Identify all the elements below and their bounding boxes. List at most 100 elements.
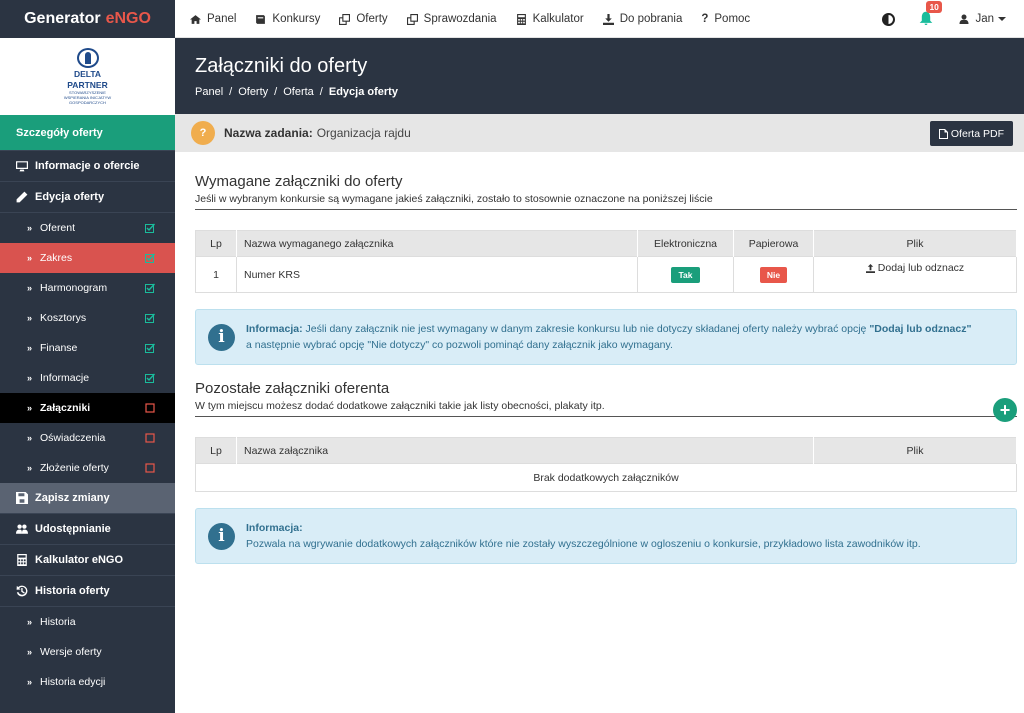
sidebar-sub-oswiadczenia[interactable]: » Oświadczenia xyxy=(0,423,175,453)
double-chevron-icon: » xyxy=(27,373,33,383)
sidebar: DELTA PARTNER STOWARZYSZENIE WSPIERANIA … xyxy=(0,38,175,713)
nav-label: Do pobrania xyxy=(619,13,683,25)
nav-oferty[interactable]: Oferty xyxy=(339,13,388,25)
sidebar-sub-label: Historia xyxy=(40,616,76,628)
sidebar-sub-label: Oświadczenia xyxy=(40,432,106,444)
sidebar-item-label: Edycja oferty xyxy=(35,191,105,203)
page-header: Załączniki do oferty Panel / Oferty / Ofer… xyxy=(175,38,1024,114)
breadcrumb-oferta[interactable]: Oferta xyxy=(283,86,314,98)
required-attachments-table: Lp Nazwa wymaganego załącznika Elektroni… xyxy=(195,230,1017,293)
pencil-icon xyxy=(16,191,28,203)
sidebar-sub-label: Kosztorys xyxy=(40,312,87,324)
sidebar-sub-label: Wersje oferty xyxy=(40,646,102,658)
breadcrumb-oferty[interactable]: Oferty xyxy=(238,86,268,98)
sidebar-item-kalkulator[interactable]: Kalkulator eNGO xyxy=(0,545,175,576)
nav-do-pobrania[interactable]: Do pobrania xyxy=(602,13,683,25)
file-pdf-icon xyxy=(938,128,948,139)
col-lp: Lp xyxy=(195,230,237,257)
nav-kalkulator[interactable]: Kalkulator xyxy=(516,13,584,25)
checked-box-icon xyxy=(145,313,155,323)
user-menu[interactable]: Jan xyxy=(959,13,1006,25)
info-text-1: Jeśli dany załącznik nie jest wymagany w… xyxy=(305,323,867,335)
empty-box-icon xyxy=(145,463,155,473)
checked-box-icon xyxy=(145,283,155,293)
nav-label: Kalkulator xyxy=(532,13,584,25)
calculator-icon xyxy=(17,554,27,566)
sidebar-sub-historia-edycji[interactable]: » Historia edycji xyxy=(0,667,175,697)
sidebar-item-edycja-oferty[interactable]: Edycja oferty xyxy=(0,182,175,213)
bell-icon xyxy=(920,11,933,25)
top-right-tools: 10 Jan xyxy=(882,0,1006,38)
sidebar-sub-zlozenie-oferty[interactable]: » Złożenie oferty xyxy=(0,453,175,483)
sidebar-sub-kosztorys[interactable]: » Kosztorys xyxy=(0,303,175,333)
caret-down-icon xyxy=(998,17,1006,21)
notifications-button[interactable]: 10 xyxy=(919,0,942,28)
checked-box-icon xyxy=(145,223,155,233)
nav-panel[interactable]: Panel xyxy=(190,13,236,25)
history-icon xyxy=(16,585,28,597)
sidebar-sub-label: Historia edycji xyxy=(40,676,106,688)
double-chevron-icon: » xyxy=(27,617,33,627)
sidebar-item-label: Udostępnianie xyxy=(35,523,111,535)
brand-logo[interactable]: Generator eNGO xyxy=(0,0,175,38)
nav-konkursy[interactable]: Konkursy xyxy=(255,13,320,25)
calculator-icon xyxy=(516,13,526,25)
copy-icon xyxy=(406,13,418,25)
double-chevron-icon: » xyxy=(27,403,33,413)
double-chevron-icon: » xyxy=(27,283,33,293)
sidebar-sub-label: Harmonogram xyxy=(40,282,108,294)
sidebar-sub-wersje-oferty[interactable]: » Wersje oferty xyxy=(0,637,175,667)
col-paper: Papierowa xyxy=(733,230,814,257)
offer-pdf-button[interactable]: Oferta PDF xyxy=(929,121,1013,146)
download-icon xyxy=(602,13,614,25)
nav-label: Sprawozdania xyxy=(423,13,497,25)
add-attachment-button[interactable]: + xyxy=(993,398,1017,422)
col-name: Nazwa załącznika xyxy=(236,437,814,464)
nav-sprawozdania[interactable]: Sprawozdania xyxy=(406,13,497,25)
other-attachments-title: Pozostałe załączniki oferenta xyxy=(195,380,390,397)
table-row: Brak dodatkowych załączników xyxy=(195,463,1017,492)
sidebar-header-szczegoly[interactable]: Szczegóły oferty xyxy=(0,115,175,151)
row-name: Numer KRS xyxy=(236,256,638,293)
sidebar-sub-historia[interactable]: » Historia xyxy=(0,607,175,637)
logo-line2: PARTNER xyxy=(67,80,108,90)
table-header-row: Lp Nazwa wymaganego załącznika Elektroni… xyxy=(195,230,1017,257)
sidebar-item-informacje-o-ofercie[interactable]: Informacje o ofercie xyxy=(0,151,175,182)
double-chevron-icon: » xyxy=(27,253,33,263)
nav-label: Konkursy xyxy=(272,13,321,25)
contrast-toggle-icon[interactable] xyxy=(882,12,896,26)
nav-pomoc[interactable]: ? Pomoc xyxy=(701,13,750,25)
sidebar-sub-zalaczniki[interactable]: » Załączniki xyxy=(0,393,175,423)
sidebar-header-label: Szczegóły oferty xyxy=(16,126,103,139)
required-attachments-desc: Jeśli w wybranym konkursie są wymagane j… xyxy=(195,193,1017,210)
sidebar-sub-harmonogram[interactable]: » Harmonogram xyxy=(0,273,175,303)
checked-box-icon xyxy=(145,343,155,353)
sidebar-item-udostepnianie[interactable]: Udostępnianie xyxy=(0,514,175,545)
col-lp: Lp xyxy=(195,437,237,464)
sidebar-item-historia-oferty[interactable]: Historia oferty xyxy=(0,576,175,607)
other-attachments-desc: W tym miejscu możesz dodać dodatkowe zał… xyxy=(195,400,1017,417)
info-text-2: a następnie wybrać opcję "Nie dotyczy" c… xyxy=(246,339,673,351)
add-or-mark-link[interactable]: Dodaj lub odznacz xyxy=(865,262,964,274)
sidebar-item-label: Informacje o ofercie xyxy=(35,160,140,172)
info-bold: "Dodaj lub odznacz" xyxy=(869,323,972,335)
breadcrumb-panel[interactable]: Panel xyxy=(195,86,223,98)
sidebar-item-zapisz-zmiany[interactable]: Zapisz zmiany xyxy=(0,483,175,514)
empty-table-message: Brak dodatkowych załączników xyxy=(195,463,1017,492)
sidebar-sub-zakres[interactable]: » Zakres xyxy=(0,243,175,273)
double-chevron-icon: » xyxy=(27,223,33,233)
paper-no-badge: Nie xyxy=(759,266,788,283)
organization-logo: DELTA PARTNER STOWARZYSZENIE WSPIERANIA … xyxy=(0,38,175,115)
sidebar-sub-oferent[interactable]: » Oferent xyxy=(0,213,175,243)
notification-count-badge: 10 xyxy=(926,0,942,13)
sidebar-sub-finanse[interactable]: » Finanse xyxy=(0,333,175,363)
checked-box-icon xyxy=(145,373,155,383)
double-chevron-icon: » xyxy=(27,313,33,323)
sidebar-sub-label: Załączniki xyxy=(40,402,91,414)
info-label: Informacja: xyxy=(246,323,303,335)
info-label: Informacja: xyxy=(246,522,303,534)
nav-label: Panel xyxy=(207,13,237,25)
sidebar-sub-label: Złożenie oferty xyxy=(40,462,109,474)
sidebar-sub-informacje[interactable]: » Informacje xyxy=(0,363,175,393)
breadcrumb: Panel / Oferty / Oferta / Edycja oferty xyxy=(195,86,398,98)
